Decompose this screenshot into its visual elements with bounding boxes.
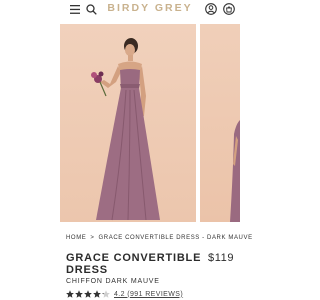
- product-price: $119: [208, 252, 235, 264]
- product-photo-main[interactable]: [60, 24, 196, 222]
- product-title: GRACE CONVERTIBLE DRESS: [66, 252, 202, 276]
- rating-stars: [66, 290, 110, 298]
- product-photo-next[interactable]: [200, 24, 240, 222]
- search-icon[interactable]: [84, 2, 98, 16]
- product-image-carousel[interactable]: [0, 20, 300, 225]
- product-rating[interactable]: 4.2 (991 REVIEWS): [66, 289, 183, 299]
- product-variant: CHIFFON DARK MAUVE: [66, 278, 160, 285]
- model-partial-illustration: [230, 120, 240, 222]
- menu-icon[interactable]: [68, 2, 82, 16]
- star-icon: [75, 290, 83, 298]
- user-icon[interactable]: [204, 2, 218, 16]
- star-icon: [102, 290, 110, 298]
- top-nav-bar: BIRDY GREY: [0, 0, 300, 18]
- breadcrumb-current: GRACE CONVERTIBLE DRESS - DARK MAUVE: [98, 235, 253, 241]
- cart-icon[interactable]: [222, 2, 236, 16]
- breadcrumb-home[interactable]: HOME: [66, 235, 86, 241]
- model-in-dress-illustration: [91, 38, 160, 221]
- reviews-link[interactable]: 4.2 (991 REVIEWS): [114, 291, 183, 298]
- brand-logo[interactable]: BIRDY GREY: [100, 2, 200, 14]
- breadcrumb: HOME > GRACE CONVERTIBLE DRESS - DARK MAUV…: [66, 235, 253, 241]
- breadcrumb-separator: >: [90, 235, 95, 241]
- star-icon: [84, 290, 92, 298]
- star-icon: [93, 290, 101, 298]
- star-icon: [66, 290, 74, 298]
